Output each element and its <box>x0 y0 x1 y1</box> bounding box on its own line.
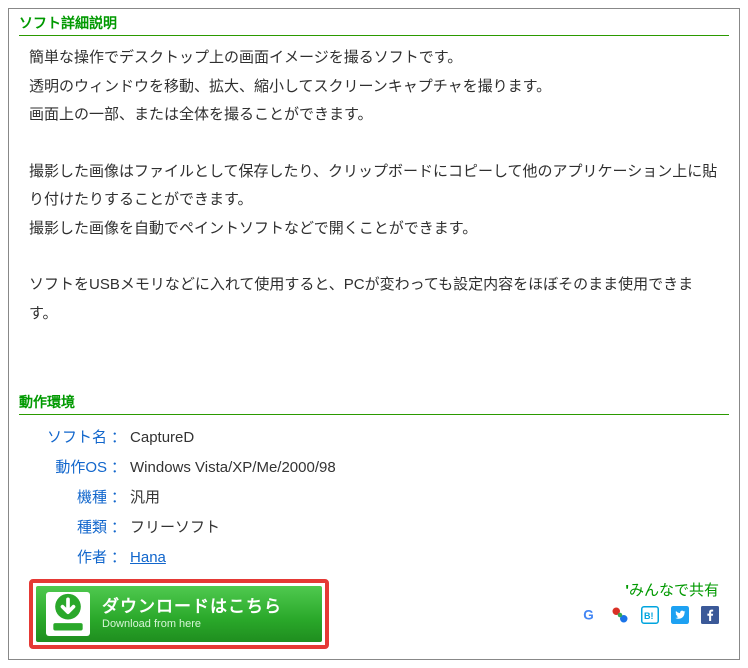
env-value: Windows Vista/XP/Me/2000/98 <box>130 453 336 483</box>
env-separator: ： <box>111 483 130 513</box>
download-button[interactable]: ダウンロードはこちら Download from here <box>36 586 322 642</box>
share-title: 'みんなで共有 <box>581 579 719 600</box>
env-separator: ： <box>111 513 130 543</box>
description-line: 撮影した画像を自動でペイントソフトなどで開くことができます。 <box>29 215 719 244</box>
env-row-machine: 機種 ： 汎用 <box>29 483 719 513</box>
env-label: ソフト名 <box>29 423 111 453</box>
env-row-name: ソフト名 ： CaptureD <box>29 423 719 453</box>
env-row-os: 動作OS ： Windows Vista/XP/Me/2000/98 <box>29 453 719 483</box>
env-label: 作者 <box>29 543 111 573</box>
env-separator: ： <box>111 453 130 483</box>
description-line: 透明のウィンドウを移動、拡大、縮小してスクリーンキャプチャを撮ります。 <box>29 73 719 102</box>
env-value: フリーソフト <box>130 513 220 543</box>
facebook-icon[interactable] <box>701 606 719 624</box>
share-column: 'みんなで共有 G B! <box>581 579 719 624</box>
env-value: Hana <box>130 543 166 573</box>
env-value: 汎用 <box>130 483 160 513</box>
content-frame: ソフト詳細説明 簡単な操作でデスクトップ上の画面イメージを撮るソフトです。 透明… <box>8 8 740 660</box>
description-line: 撮影した画像はファイルとして保存したり、クリップボードにコピーして他のアプリケー… <box>29 158 719 215</box>
description-heading: ソフト詳細説明 <box>9 9 739 35</box>
twitter-icon[interactable] <box>671 606 689 624</box>
env-label: 機種 <box>29 483 111 513</box>
env-heading: 動作環境 <box>9 388 739 414</box>
svg-text:G: G <box>583 608 594 623</box>
description-line: 簡単な操作でデスクトップ上の画面イメージを撮るソフトです。 <box>29 44 719 73</box>
download-label-main: ダウンロードはこちら <box>102 597 282 617</box>
divider <box>19 35 729 36</box>
env-row-type: 種類 ： フリーソフト <box>29 513 719 543</box>
description-line: 画面上の一部、または全体を撮ることができます。 <box>29 101 719 130</box>
env-separator: ： <box>111 423 130 453</box>
env-separator: ： <box>111 543 130 573</box>
download-label-sub: Download from here <box>102 618 282 631</box>
share-icons-row: G B! <box>581 606 719 624</box>
svg-text:B!: B! <box>644 611 654 621</box>
env-table: ソフト名 ： CaptureD 動作OS ： Windows Vista/XP/… <box>9 423 739 573</box>
divider <box>19 414 729 415</box>
env-label: 種類 <box>29 513 111 543</box>
author-link[interactable]: Hana <box>130 549 166 566</box>
description-line: ソフトをUSBメモリなどに入れて使用すると、PCが変わっても設定内容をほぼそのま… <box>29 271 719 328</box>
description-body: 簡単な操作でデスクトップ上の画面イメージを撮るソフトです。 透明のウィンドウを移… <box>9 44 739 328</box>
share-generic-icon[interactable] <box>611 606 629 624</box>
google-icon[interactable]: G <box>581 606 599 624</box>
hatena-icon[interactable]: B! <box>641 606 659 624</box>
env-row-author: 作者 ： Hana <box>29 543 719 573</box>
bottom-row: ダウンロードはこちら Download from here 'みんなで共有 G <box>9 573 739 649</box>
env-value: CaptureD <box>130 423 194 453</box>
env-label: 動作OS <box>29 453 111 483</box>
download-highlight-box: ダウンロードはこちら Download from here <box>29 579 329 649</box>
download-icon <box>46 592 90 636</box>
